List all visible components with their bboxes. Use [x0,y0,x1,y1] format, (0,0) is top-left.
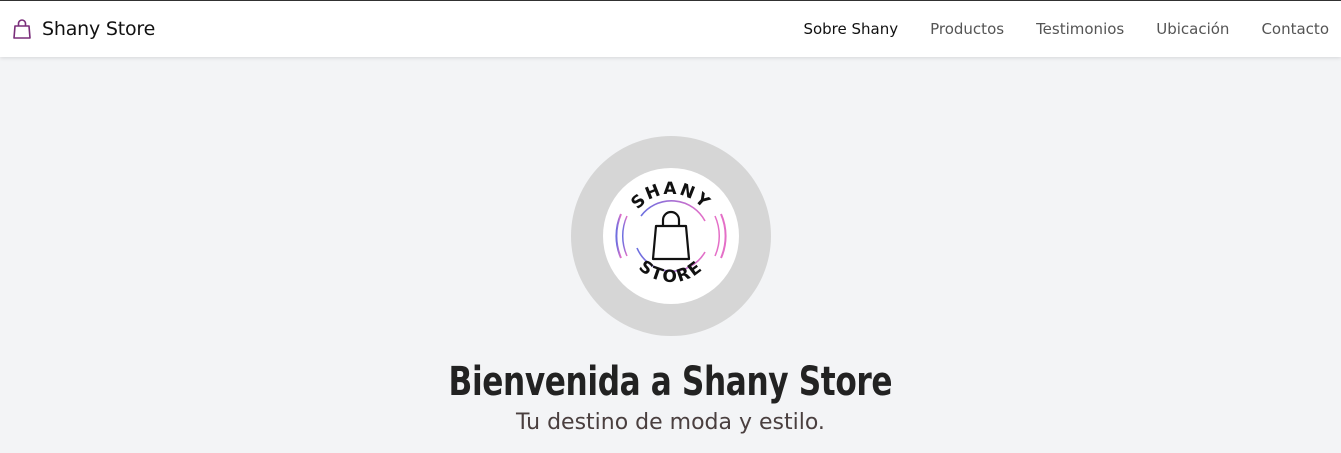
nav-link-sobre-shany[interactable]: Sobre Shany [787,20,914,38]
brand-name: Shany Store [42,18,156,40]
store-logo-emblem: SHANY STORE [602,168,739,304]
nav-link-productos[interactable]: Productos [914,20,1020,38]
shopping-bag-icon [12,18,32,40]
store-logo: SHANY STORE [570,136,771,336]
navbar: Shany Store Sobre Shany Productos Testim… [0,1,1341,57]
hero-section: SHANY STORE Bienvenida a Shany Store Tu … [0,57,1341,435]
nav-link-contacto[interactable]: Contacto [1245,20,1329,38]
hero-subtitle: Tu destino de moda y estilo. [516,410,825,435]
nav-link-testimonios[interactable]: Testimonios [1020,20,1140,38]
hero-title: Bienvenida a Shany Store [448,359,893,405]
nav-links: Sobre Shany Productos Testimonios Ubicac… [787,20,1329,38]
nav-link-ubicacion[interactable]: Ubicación [1140,20,1245,38]
brand-link[interactable]: Shany Store [12,18,155,40]
